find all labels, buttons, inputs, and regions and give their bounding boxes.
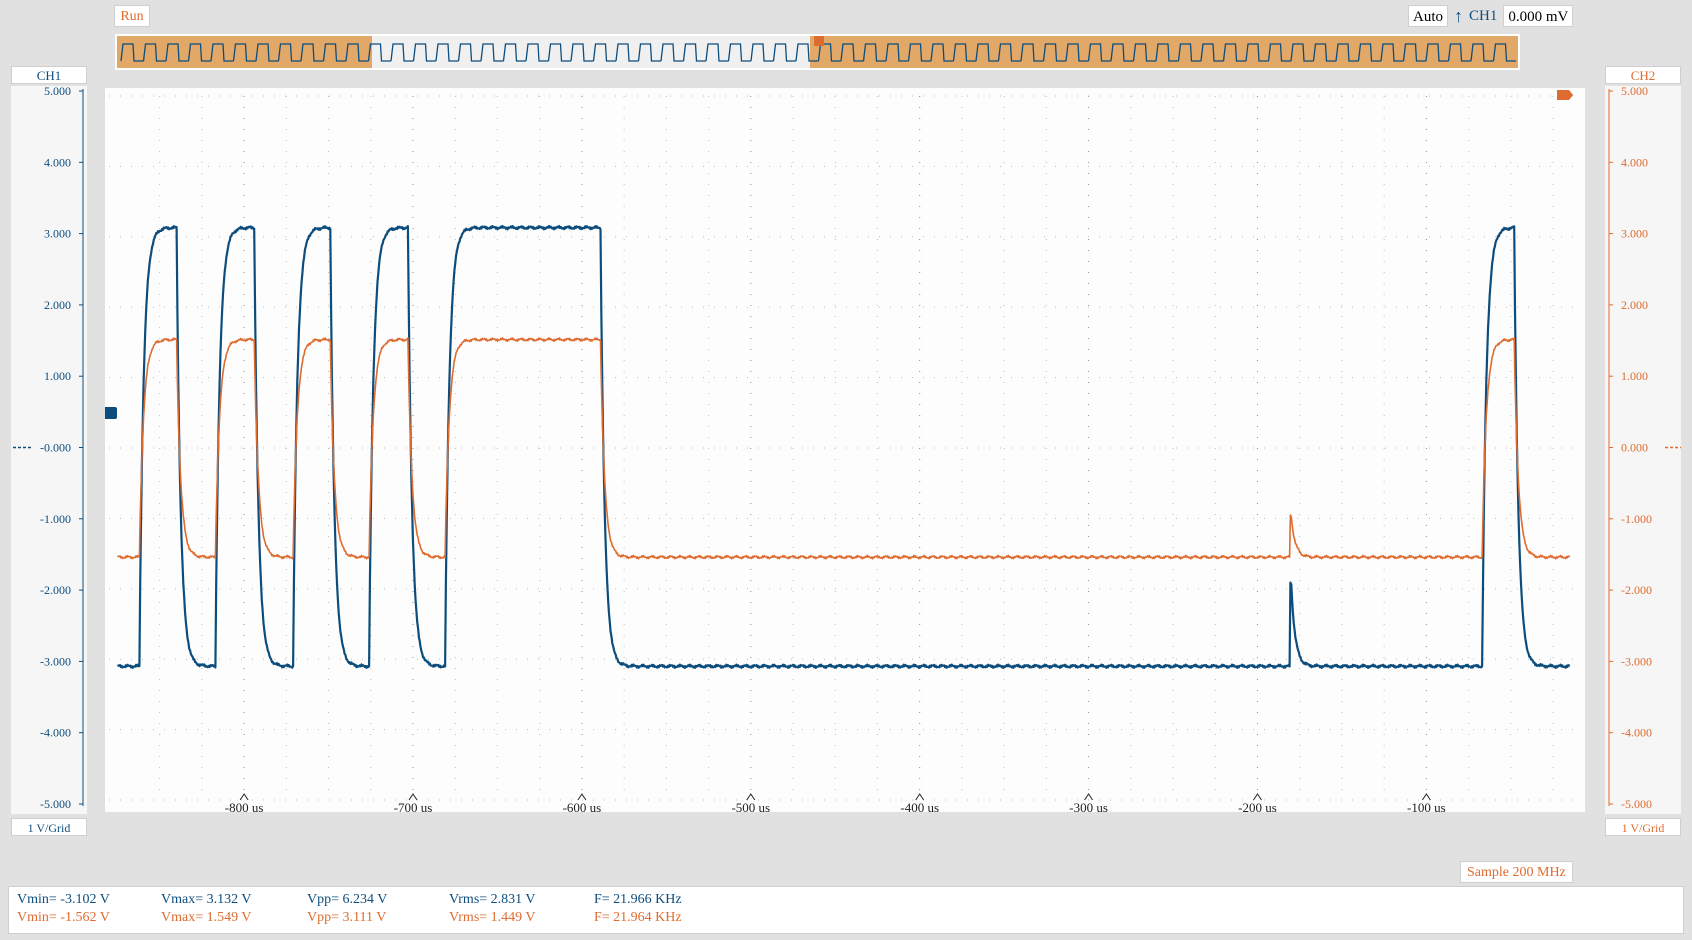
left-axis-tick-label: -5.000: [40, 797, 71, 811]
ch1-vmin: Vmin= -3.102 V: [17, 892, 110, 907]
right-axis-tick-label: -2.000: [1621, 583, 1652, 597]
overview-shade-right: [810, 36, 1518, 68]
oscilloscope-plot[interactable]: -800 us -700 us -600 us -500 us -400 us -300 …: [103, 88, 1585, 815]
ch2-trigger-marker-icon[interactable]: [1557, 90, 1573, 100]
rising-edge-icon[interactable]: ↑: [1454, 5, 1463, 27]
right-axis-tick-label: -1.000: [1621, 512, 1652, 526]
trigger-level-value[interactable]: 0.000 mV: [1503, 5, 1574, 27]
ch2-vmax: Vmax= 1.549 V: [161, 910, 252, 925]
measurements-panel: Vmin= -3.102 V Vmax= 3.132 V Vpp= 6.234 …: [8, 886, 1684, 934]
ch2-scale-panel: CH2 5.000 4.000 3.000 2.000 1.000 0.000 -1.000…: [1605, 66, 1681, 836]
plot-grid: [109, 95, 1575, 801]
left-axis-tick-label: 1.000: [44, 369, 71, 383]
overview-shade-left: [117, 36, 372, 68]
ch1-axis: 5.000 4.000 3.000 2.000 1.000 -0.000 -1.000 -2.…: [11, 84, 87, 814]
left-axis-tick-label: 5.000: [44, 86, 71, 98]
run-status-button[interactable]: Run: [114, 5, 150, 27]
time-tick-label: -600 us: [563, 800, 602, 812]
ch1-waveform-trace: [116, 224, 1571, 669]
ch1-scale-panel: CH1 5.000 4.000 3.000 2.000 1.000 -0.000 -1.00…: [11, 66, 87, 836]
ch2-vmin: Vmin= -1.562 V: [17, 910, 110, 925]
right-axis-tick-label: -3.000: [1621, 654, 1652, 668]
time-tick-label: -800 us: [225, 800, 264, 812]
ch2-vpp: Vpp= 3.111 V: [307, 910, 387, 925]
waveform-overview-bar[interactable]: [115, 34, 1520, 70]
left-axis-tick-label: -0.000: [40, 441, 71, 455]
ch2-scale-label[interactable]: 1 V/Grid: [1605, 818, 1681, 836]
sample-rate-label: Sample 200 MHz: [1460, 861, 1573, 883]
ch1-measurement-row: Vmin= -3.102 V Vmax= 3.132 V Vpp= 6.234 …: [9, 891, 1683, 909]
ch1-vmax: Vmax= 3.132 V: [161, 892, 252, 907]
ch2-vrms: Vrms= 1.449 V: [449, 910, 536, 925]
time-tick-label: -200 us: [1238, 800, 1277, 812]
time-tick-label: -400 us: [900, 800, 939, 812]
left-axis-tick-label: -1.000: [40, 512, 71, 526]
left-axis-tick-label: -3.000: [40, 654, 71, 668]
right-axis-tick-label: 5.000: [1621, 86, 1648, 98]
right-axis-tick-label: 0.000: [1621, 441, 1648, 455]
ch1-offset-marker-icon[interactable]: [103, 407, 117, 419]
ch2-label[interactable]: CH2: [1605, 66, 1681, 84]
right-axis-tick-label: -5.000: [1621, 797, 1652, 811]
trigger-settings: Auto ↑ CH1 0.000 mV: [1408, 4, 1578, 28]
left-axis-tick-label: -4.000: [40, 726, 71, 740]
right-axis-tick-label: 3.000: [1621, 227, 1648, 241]
trigger-mode-button[interactable]: Auto: [1408, 5, 1448, 27]
right-axis-tick-label: 1.000: [1621, 369, 1648, 383]
time-tick-label: -700 us: [394, 800, 433, 812]
left-axis-tick-label: -2.000: [40, 583, 71, 597]
ch2-measurement-row: Vmin= -1.562 V Vmax= 1.549 V Vpp= 3.111 …: [9, 909, 1683, 927]
left-axis-tick-label: 3.000: [44, 227, 71, 241]
overview-waveform: [117, 36, 1518, 68]
ch2-frequency: F= 21.964 KHz: [594, 910, 682, 925]
time-tick-label: -300 us: [1069, 800, 1108, 812]
ch1-vpp: Vpp= 6.234 V: [307, 892, 388, 907]
right-axis-tick-label: 2.000: [1621, 298, 1648, 312]
time-tick-label: -100 us: [1407, 800, 1446, 812]
ch2-axis: 5.000 4.000 3.000 2.000 1.000 0.000 -1.000 -2.0…: [1605, 84, 1681, 814]
ch1-vrms: Vrms= 2.831 V: [449, 892, 536, 907]
trigger-position-marker-icon[interactable]: [814, 36, 824, 46]
ch1-scale-label[interactable]: 1 V/Grid: [11, 818, 87, 836]
time-axis: -800 us -700 us -600 us -500 us -400 us -300 …: [225, 793, 1446, 815]
right-axis-tick-label: 4.000: [1621, 155, 1648, 169]
time-tick-label: -500 us: [731, 800, 770, 812]
left-axis-tick-label: 2.000: [44, 298, 71, 312]
left-axis-tick-label: 4.000: [44, 155, 71, 169]
ch1-label[interactable]: CH1: [11, 66, 87, 84]
right-axis-tick-label: -4.000: [1621, 726, 1652, 740]
ch1-frequency: F= 21.966 KHz: [594, 892, 682, 907]
trigger-source-label[interactable]: CH1: [1469, 8, 1497, 25]
